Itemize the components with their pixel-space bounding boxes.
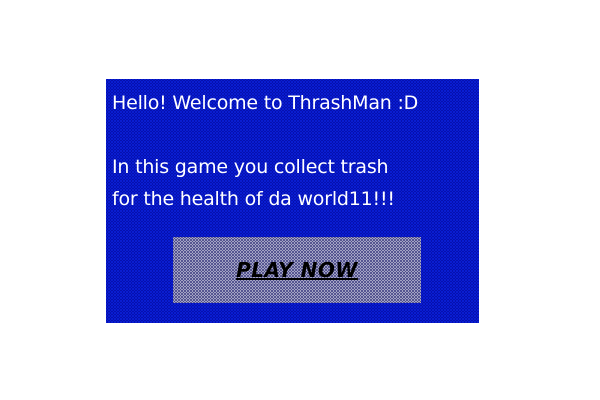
game-description-line-1: In this game you collect trash xyxy=(112,156,389,178)
play-now-button[interactable]: PLAY NOW xyxy=(173,237,421,303)
welcome-greeting: Hello! Welcome to ThrashMan :D xyxy=(112,92,419,114)
welcome-dialog: Hello! Welcome to ThrashMan :D In this g… xyxy=(106,79,479,323)
game-screen: Hello! Welcome to ThrashMan :D In this g… xyxy=(0,0,600,400)
play-now-label: PLAY NOW xyxy=(236,258,358,282)
game-description-line-2: for the health of da world11!!! xyxy=(112,188,395,210)
